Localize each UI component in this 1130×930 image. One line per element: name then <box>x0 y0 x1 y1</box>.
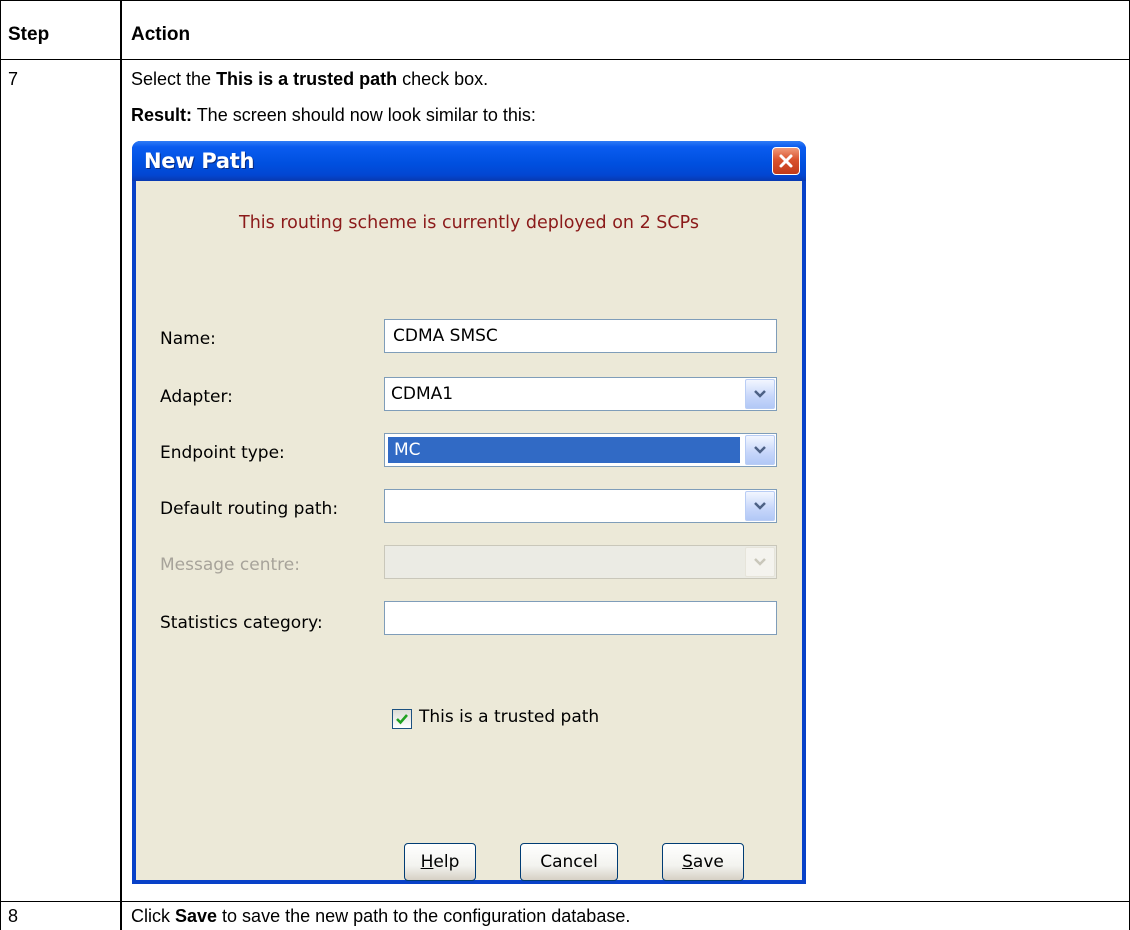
chevron-down-icon <box>754 502 766 510</box>
close-button[interactable] <box>772 147 800 175</box>
instruction-bold: Save <box>175 906 218 926</box>
name-input[interactable]: CDMA SMSC <box>384 319 777 353</box>
save-label: ave <box>692 852 724 872</box>
header-action: Action <box>131 24 191 45</box>
checkmark-icon <box>396 714 408 725</box>
adapter-value: CDMA1 <box>391 384 454 404</box>
endpoint-type-select[interactable]: MC <box>384 433 777 467</box>
new-path-dialog: New Path This routing scheme is currentl… <box>132 141 806 884</box>
endpoint-type-dropdown-button[interactable] <box>745 435 775 465</box>
table-column-divider <box>120 0 122 930</box>
trusted-path-label[interactable]: This is a trusted path <box>419 707 599 727</box>
table-left-border <box>0 0 1 930</box>
default-routing-path-dropdown-button[interactable] <box>745 491 775 521</box>
endpoint-type-value: MC <box>394 440 421 460</box>
dialog-title: New Path <box>144 149 255 173</box>
message-centre-dropdown-button <box>745 547 775 577</box>
row-7-instruction: Select the This is a trusted path check … <box>131 69 488 90</box>
dialog-body: This routing scheme is currently deploye… <box>136 181 802 881</box>
save-mnemonic: S <box>682 852 693 872</box>
table-row-divider <box>0 901 1130 902</box>
name-label: Name: <box>160 329 216 349</box>
result-label: Result: <box>131 105 193 125</box>
statistics-category-input[interactable] <box>384 601 777 635</box>
trusted-path-checkbox[interactable] <box>392 709 412 729</box>
instruction-text: Select the <box>131 69 217 89</box>
help-mnemonic: H <box>420 852 434 872</box>
row-7-step: 7 <box>8 69 19 89</box>
instruction-bold: This is a trusted path <box>216 69 398 89</box>
adapter-select[interactable]: CDMA1 <box>384 377 777 411</box>
result-text: The screen should now look similar to th… <box>192 105 536 125</box>
save-button[interactable]: Save <box>662 843 744 881</box>
row-8-instruction: Click Save to save the new path to the c… <box>131 906 630 927</box>
help-label: elp <box>433 852 460 872</box>
row-8-step: 8 <box>8 906 19 926</box>
chevron-down-icon <box>754 390 766 398</box>
instruction-text: check box. <box>397 69 489 89</box>
chevron-down-icon <box>754 446 766 454</box>
instruction-text: to save the new path to the configuratio… <box>217 906 631 926</box>
close-icon <box>779 154 793 168</box>
help-button[interactable]: Help <box>404 843 476 881</box>
endpoint-type-selection: MC <box>388 437 740 463</box>
instruction-text: Click <box>131 906 175 926</box>
endpoint-type-label: Endpoint type: <box>160 443 285 463</box>
message-centre-label: Message centre: <box>160 555 300 575</box>
cancel-button[interactable]: Cancel <box>520 843 618 881</box>
statistics-category-label: Statistics category: <box>160 613 323 633</box>
default-routing-path-label: Default routing path: <box>160 499 339 519</box>
table-header-divider <box>0 59 1130 60</box>
dialog-title-bar[interactable]: New Path <box>132 141 806 181</box>
chevron-down-icon <box>754 558 766 566</box>
cancel-label: Cancel <box>540 852 598 872</box>
adapter-dropdown-button[interactable] <box>745 379 775 409</box>
deployment-notice: This routing scheme is currently deploye… <box>239 213 699 233</box>
row-7-result: Result: The screen should now look simil… <box>131 105 536 126</box>
default-routing-path-select[interactable] <box>384 489 777 523</box>
table-top-border <box>0 0 1130 1</box>
header-step: Step <box>8 24 50 45</box>
adapter-label: Adapter: <box>160 387 233 407</box>
name-value: CDMA SMSC <box>393 326 498 346</box>
message-centre-select <box>384 545 777 579</box>
